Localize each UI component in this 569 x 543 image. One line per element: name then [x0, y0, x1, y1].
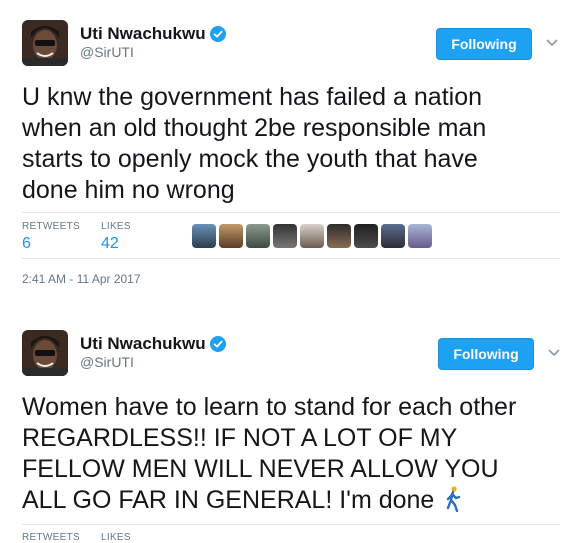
avatar[interactable] — [22, 20, 68, 66]
display-name[interactable]: Uti Nwachukwu — [80, 334, 206, 354]
following-button[interactable]: Following — [436, 28, 532, 60]
liker-avatar[interactable] — [381, 224, 405, 248]
name-row: Uti Nwachukwu — [80, 24, 226, 44]
tweet-text-line: starts to openly mock the youth that hav… — [22, 145, 478, 173]
liker-avatar[interactable] — [219, 224, 243, 248]
verified-badge-icon — [209, 336, 226, 352]
tweet-text-line-content: ALL GO FAR IN GENERAL! I'm done — [22, 486, 435, 514]
tweet-text-line: FELLOW MEN WILL NEVER ALLOW YOU — [22, 455, 499, 483]
tweet-text-line: U knw the government has failed a nation — [22, 83, 482, 111]
retweets-count[interactable]: 6 — [22, 235, 31, 253]
liker-avatar[interactable] — [327, 224, 351, 248]
following-button[interactable]: Following — [438, 338, 534, 370]
avatar[interactable] — [22, 330, 68, 376]
tweet-text-line: done him no wrong — [22, 176, 235, 204]
tweet-text-line: ALL GO FAR IN GENERAL! I'm done — [22, 485, 562, 516]
retweets-label: RETWEETS — [22, 221, 80, 232]
tweet-text: U knw the government has failed a nation… — [22, 82, 562, 206]
liker-avatar[interactable] — [354, 224, 378, 248]
user-handle[interactable]: @SirUTI — [80, 354, 134, 370]
person-walking-icon — [447, 486, 461, 513]
tweet-text-line: when an old thought 2be responsible man — [22, 114, 487, 142]
tweet-text: Women have to learn to stand for each ot… — [22, 392, 562, 516]
divider — [22, 524, 560, 525]
tweet-text-line: REGARDLESS!! IF NOT A LOT OF MY — [22, 424, 458, 452]
tweet-text-line: Women have to learn to stand for each ot… — [22, 393, 517, 421]
liker-avatar[interactable] — [408, 224, 432, 248]
chevron-down-icon[interactable] — [547, 346, 561, 360]
timestamp[interactable]: 2:41 AM - 11 Apr 2017 — [22, 272, 141, 286]
chevron-down-icon[interactable] — [545, 36, 559, 50]
display-name[interactable]: Uti Nwachukwu — [80, 24, 206, 44]
liker-avatar[interactable] — [246, 224, 270, 248]
liker-avatar[interactable] — [300, 224, 324, 248]
user-handle[interactable]: @SirUTI — [80, 44, 134, 60]
name-row: Uti Nwachukwu — [80, 334, 226, 354]
likes-count[interactable]: 42 — [101, 235, 119, 253]
liker-avatar[interactable] — [273, 224, 297, 248]
verified-badge-icon — [209, 26, 226, 42]
avatar-image — [22, 330, 68, 376]
divider — [22, 258, 560, 259]
divider — [22, 212, 560, 213]
avatar-image — [22, 20, 68, 66]
liker-avatars — [192, 224, 432, 248]
liker-avatar[interactable] — [192, 224, 216, 248]
likes-label: LIKES — [101, 221, 131, 232]
